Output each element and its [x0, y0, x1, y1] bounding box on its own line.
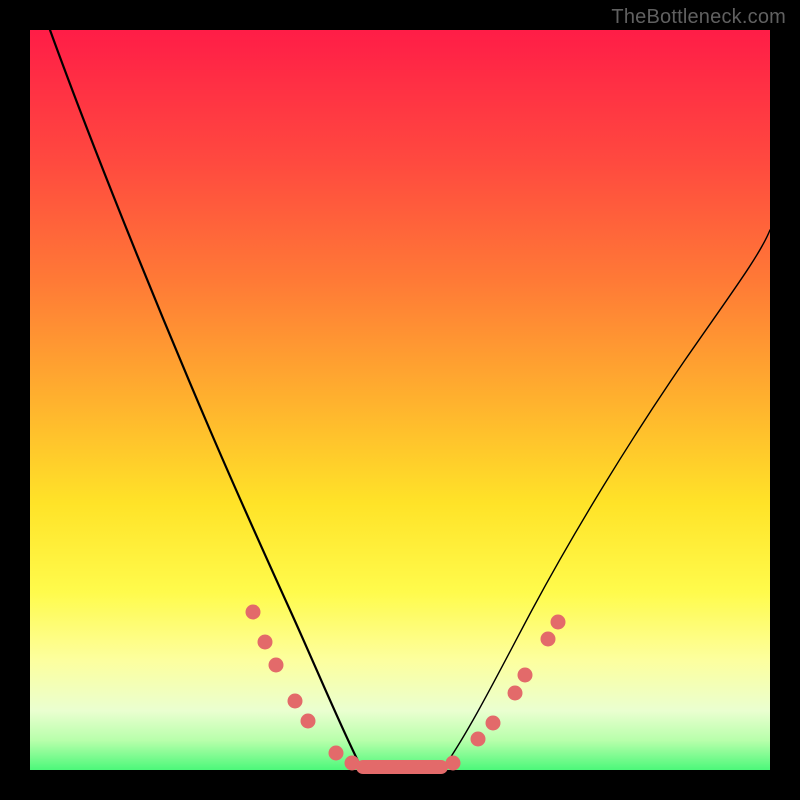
marker-dot [446, 756, 461, 771]
curve-layer [30, 30, 770, 770]
marker-dot [345, 756, 360, 771]
marker-dot [269, 658, 284, 673]
flat-bottom-marker [356, 760, 448, 774]
marker-dot [258, 635, 273, 650]
plot-area [30, 30, 770, 770]
marker-dot [508, 686, 523, 701]
marker-dot [329, 746, 344, 761]
chart-canvas: TheBottleneck.com [0, 0, 800, 800]
marker-dot [551, 615, 566, 630]
marker-dot [486, 716, 501, 731]
right-curve [444, 230, 770, 767]
marker-dot [471, 732, 486, 747]
marker-dot [518, 668, 533, 683]
marker-dot [288, 694, 303, 709]
marker-dot [301, 714, 316, 729]
marker-dot [246, 605, 261, 620]
marker-dot [541, 632, 556, 647]
left-curve [50, 30, 361, 767]
watermark-text: TheBottleneck.com [611, 6, 786, 29]
